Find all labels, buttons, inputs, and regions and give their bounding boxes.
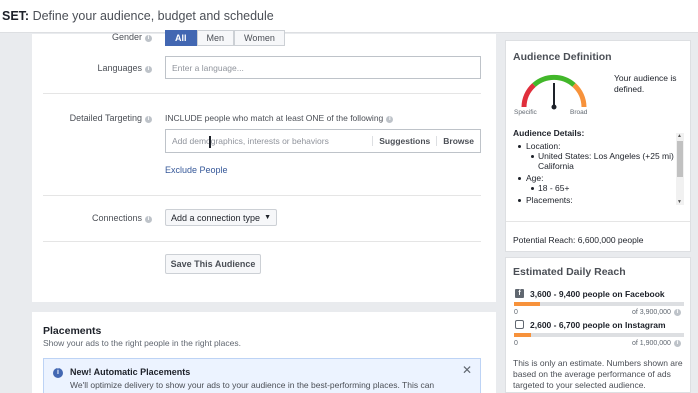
top-bar: SET: Define your audience, budget and sc… <box>0 0 698 33</box>
targeting-label: Detailed Targeting i <box>32 113 152 123</box>
page-title-text: Define your audience, budget and schedul… <box>32 9 274 23</box>
connections-label: Connections i <box>32 213 152 223</box>
facebook-max: of 3,900,000 i <box>632 309 681 316</box>
facebook-min: 0 <box>514 309 518 316</box>
gender-option-men[interactable]: Men <box>196 30 235 46</box>
instagram-reach-bar <box>514 333 684 337</box>
page-title: SET: Define your audience, budget and sc… <box>2 9 274 23</box>
audience-definition-title: Audience Definition <box>513 51 612 63</box>
instagram-icon <box>515 320 524 329</box>
gender-option-women[interactable]: Women <box>234 30 285 46</box>
potential-reach: Potential Reach: 6,600,000 people <box>513 235 644 245</box>
info-icon[interactable]: i <box>145 35 152 42</box>
audience-gauge-icon <box>521 74 587 110</box>
info-icon[interactable]: i <box>673 340 681 347</box>
instagram-max: of 1,900,000 i <box>632 340 681 347</box>
list-item: Placements: <box>514 195 676 205</box>
audience-status: Your audience is defined. <box>614 73 677 94</box>
list-item: 18 - 65+ <box>526 183 676 193</box>
placements-title: Placements <box>43 325 102 337</box>
exclude-people-link[interactable]: Exclude People <box>165 165 228 175</box>
divider <box>43 195 481 196</box>
info-icon: i <box>53 368 63 378</box>
audience-details-list: Location: United States: Los Angeles (+2… <box>514 141 676 207</box>
daily-reach-panel: Estimated Daily Reach f 3,600 - 9,400 pe… <box>505 257 691 393</box>
audience-details-title: Audience Details: <box>513 128 585 138</box>
chevron-down-icon: ▼ <box>264 214 271 221</box>
facebook-icon: f <box>515 289 524 298</box>
scrollbar-thumb[interactable] <box>677 141 683 177</box>
scroll-down-icon[interactable]: ▼ <box>677 199 682 205</box>
gender-option-all[interactable]: All <box>165 30 197 46</box>
page-title-prefix: SET: <box>2 9 30 23</box>
targeting-placeholder: Add demographics, interests or behaviors <box>172 136 329 146</box>
daily-reach-title: Estimated Daily Reach <box>513 266 626 278</box>
gender-selector: All Men Women <box>165 30 285 46</box>
info-icon[interactable]: i <box>673 309 681 316</box>
list-item: Age: 18 - 65+ <box>514 173 676 193</box>
language-input[interactable]: Enter a language... <box>165 56 481 79</box>
instagram-reach: 2,600 - 6,700 people on Instagram <box>530 320 666 330</box>
close-icon[interactable]: ✕ <box>462 363 472 377</box>
text-cursor-icon <box>209 136 211 148</box>
info-icon[interactable]: i <box>145 216 152 223</box>
gauge-broad-label: Broad <box>570 109 588 116</box>
info-icon[interactable]: i <box>145 66 152 73</box>
list-item: Location: United States: Los Angeles (+2… <box>514 141 676 171</box>
placements-subtitle: Show your ads to the right people in the… <box>43 338 241 348</box>
languages-label: Languages i <box>32 63 152 73</box>
instagram-min: 0 <box>514 340 518 347</box>
gender-label: Gender i <box>32 32 152 42</box>
facebook-reach-bar <box>514 302 684 306</box>
placements-panel: Placements Show your ads to the right pe… <box>32 312 496 393</box>
audience-definition-panel: Audience Definition Specific Broad Your … <box>505 40 691 252</box>
scroll-up-icon[interactable]: ▲ <box>677 133 682 139</box>
targeting-input[interactable]: Add demographics, interests or behaviors… <box>165 129 481 153</box>
info-icon[interactable]: i <box>386 116 394 123</box>
include-text: INCLUDE people who match at least ONE of… <box>165 113 394 123</box>
save-audience-button[interactable]: Save This Audience <box>165 254 261 274</box>
audience-panel: Gender i All Men Women Languages i Enter a… <box>32 30 496 302</box>
suggestions-button[interactable]: Suggestions <box>372 136 436 146</box>
list-item: United States: Los Angeles (+25 mi) Cali… <box>526 151 676 171</box>
divider <box>43 241 481 242</box>
notice-body: We'll optimize delivery to show your ads… <box>70 380 435 390</box>
facebook-reach: 3,600 - 9,400 people on Facebook <box>530 289 665 299</box>
divider <box>506 221 690 222</box>
divider <box>43 93 481 94</box>
gauge-specific-label: Specific <box>514 109 537 116</box>
notice-title: New! Automatic Placements <box>70 367 191 377</box>
add-connection-type-button[interactable]: Add a connection type ▼ <box>165 209 277 226</box>
details-scrollbar[interactable]: ▲ ▼ <box>676 133 684 205</box>
automatic-placements-notice: i New! Automatic Placements We'll optimi… <box>43 358 481 393</box>
browse-button[interactable]: Browse <box>436 136 480 146</box>
estimate-note: This is only an estimate. Numbers shown … <box>513 358 683 390</box>
info-icon[interactable]: i <box>145 116 152 123</box>
